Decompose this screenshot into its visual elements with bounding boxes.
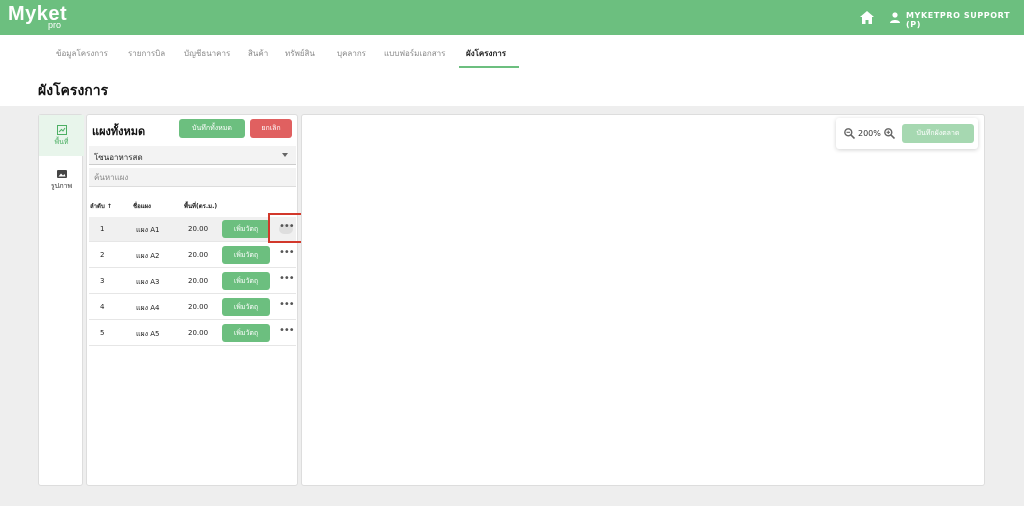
row-name: แผง A2 xyxy=(136,252,160,260)
row-name: แผง A4 xyxy=(136,304,160,312)
table-row[interactable]: 5 แผง A5 20.00 เพิ่มวัตถุ ••• xyxy=(89,321,296,346)
caret-down-icon xyxy=(282,153,288,157)
tab-bar: ข้อมูลโครงการ รายการบิล บัญชีธนาคาร สินค… xyxy=(0,35,1024,69)
stall-search-input[interactable] xyxy=(89,168,296,187)
panel-title: แผงทั้งหมด xyxy=(92,125,146,138)
row-order: 1 xyxy=(100,225,105,233)
app-logo-sub: pro xyxy=(48,20,62,30)
cancel-button[interactable]: ยกเลิก xyxy=(250,119,292,138)
row-name: แผง A1 xyxy=(136,226,160,234)
row-name: แผง A3 xyxy=(136,278,160,286)
more-options-icon[interactable]: ••• xyxy=(279,326,295,338)
table-row[interactable]: 1 แผง A1 20.00 เพิ่มวัตถุ ••• xyxy=(89,217,296,242)
zoom-out-icon[interactable] xyxy=(844,128,855,139)
area-icon xyxy=(56,125,67,135)
add-object-button[interactable]: เพิ่มวัตถุ xyxy=(222,220,270,238)
add-object-button[interactable]: เพิ่มวัตถุ xyxy=(222,246,270,264)
active-tab-indicator xyxy=(459,66,519,68)
zone-select-value: โซนอาหารสด xyxy=(94,153,143,162)
column-header-area[interactable]: พื้นที่(ตร.ม.) xyxy=(184,201,217,211)
tab-products[interactable]: สินค้า xyxy=(248,47,268,60)
zoom-in-icon[interactable] xyxy=(884,128,895,139)
row-area: 20.00 xyxy=(188,303,209,311)
add-object-button[interactable]: เพิ่มวัตถุ xyxy=(222,298,270,316)
side-nav-area-label: พื้นที่ xyxy=(54,138,69,146)
user-name[interactable]: MYKETPRO SUPPORT (P) xyxy=(906,11,1024,29)
row-area: 20.00 xyxy=(188,251,209,259)
table-row[interactable]: 4 แผง A4 20.00 เพิ่มวัตถุ ••• xyxy=(89,295,296,320)
more-options-icon[interactable]: ••• xyxy=(279,300,295,312)
tab-project-info[interactable]: ข้อมูลโครงการ xyxy=(56,47,108,60)
user-icon xyxy=(890,12,900,23)
tab-bank-accounts[interactable]: บัญชีธนาคาร xyxy=(184,47,230,60)
side-nav-area[interactable]: พื้นที่ xyxy=(39,115,84,156)
page-title: ผังโครงการ xyxy=(38,83,109,99)
layout-canvas[interactable] xyxy=(301,114,985,486)
row-order: 2 xyxy=(100,251,105,259)
more-options-icon[interactable]: ••• xyxy=(279,274,295,286)
more-options-icon[interactable]: ••• xyxy=(279,248,295,260)
image-icon xyxy=(56,170,67,178)
zone-select[interactable]: โซนอาหารสด xyxy=(89,146,296,165)
side-nav-image-label: รูปภาพ xyxy=(50,182,73,190)
tab-project-layout[interactable]: ผังโครงการ xyxy=(466,47,506,60)
top-bar: Myket pro MYKETPRO SUPPORT (P) xyxy=(0,0,1024,35)
tab-document-forms[interactable]: แบบฟอร์มเอกสาร xyxy=(384,47,445,60)
zoom-controls: 200% บันทึกผังตลาด xyxy=(836,118,978,149)
row-name: แผง A5 xyxy=(136,330,160,338)
column-header-name[interactable]: ชื่อแผง xyxy=(133,201,151,211)
table-row[interactable]: 3 แผง A3 20.00 เพิ่มวัตถุ ••• xyxy=(89,269,296,294)
tab-personnel[interactable]: บุคลากร xyxy=(337,47,366,60)
row-area: 20.00 xyxy=(188,329,209,337)
side-nav-image[interactable]: รูปภาพ xyxy=(39,159,84,190)
row-order: 3 xyxy=(100,277,105,285)
row-order: 5 xyxy=(100,329,105,337)
add-object-button[interactable]: เพิ่มวัตถุ xyxy=(222,324,270,342)
table-row[interactable]: 2 แผง A2 20.00 เพิ่มวัตถุ ••• xyxy=(89,243,296,268)
row-area: 20.00 xyxy=(188,225,209,233)
zoom-level: 200% xyxy=(858,129,881,138)
add-object-button[interactable]: เพิ่มวัตถุ xyxy=(222,272,270,290)
home-icon[interactable] xyxy=(860,11,874,24)
save-all-button[interactable]: บันทึกทั้งหมด xyxy=(179,119,245,138)
side-nav: พื้นที่ รูปภาพ xyxy=(38,114,84,486)
save-layout-button[interactable]: บันทึกผังตลาด xyxy=(902,124,974,143)
column-header-order[interactable]: ลำดับ ↑ xyxy=(90,201,112,211)
row-order: 4 xyxy=(100,303,105,311)
highlight-annotation xyxy=(268,213,305,243)
stalls-panel: แผงทั้งหมด บันทึกทั้งหมด ยกเลิก โซนอาหาร… xyxy=(86,114,298,486)
tab-assets[interactable]: ทรัพย์สิน xyxy=(285,47,315,60)
row-area: 20.00 xyxy=(188,277,209,285)
tab-bills[interactable]: รายการบิล xyxy=(128,47,165,60)
